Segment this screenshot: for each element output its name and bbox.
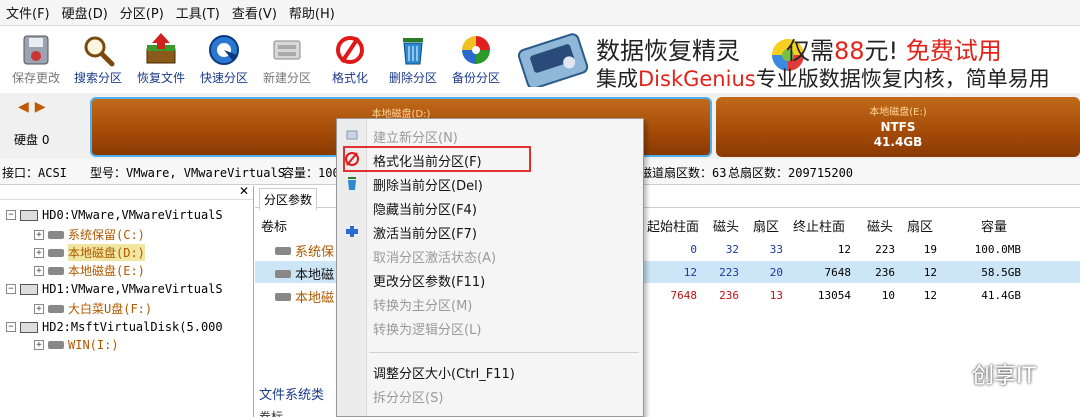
menu-item-deactivate-partition[interactable]: 取消分区激活状态(A) [337,243,643,267]
expand-icon[interactable]: + [34,265,44,276]
partition-icon [48,341,64,349]
tree-node-hd2[interactable]: − HD2:MsftVirtualDisk(5.000 [6,320,223,334]
wechat-watermark: 创享IT [914,352,1054,392]
disk-tree-pane: ✕ − HD0:VMware,VMwareVirtualS + 系统保留(C:) +… [0,184,254,417]
wechat-icon [917,358,958,386]
search-partition-button[interactable]: 搜索分区 [66,31,130,89]
new-partition-icon [344,127,360,143]
quick-partition-icon [207,33,241,67]
recover-files-icon [144,33,178,67]
disk-label: 硬盘 0 [14,133,50,147]
expand-icon[interactable]: + [34,340,44,350]
disk-icon [20,283,38,295]
total-sectors: 总扇区数：209715200 [728,166,854,180]
backup-partition-button[interactable]: 备份分区 [444,31,508,89]
tree-pane-header: ✕ [0,184,253,200]
partition-icon [48,248,64,257]
disk-nav-arrows[interactable]: ◀▶ [18,99,52,115]
menu-partition[interactable]: 分区(P) [118,3,174,22]
save-changes-icon [19,33,53,67]
menu-disk[interactable]: 硬盘(D) [60,3,118,22]
partition-block-e[interactable]: 本地磁盘(E:) NTFS 41.4GB [716,97,1080,157]
delete-icon [344,175,360,191]
delete-partition-button[interactable]: 删除分区 [381,31,445,89]
partition-icon [48,230,64,239]
format-button[interactable]: 格式化 [318,31,382,89]
quick-partition-button[interactable]: 快速分区 [192,31,256,89]
volume-label-caption: 卷标 [259,410,284,417]
new-partition-icon [270,33,304,67]
tree-node-i[interactable]: + WIN(I:) [34,338,119,352]
new-partition-button[interactable]: 新建分区 [255,31,319,89]
col-sector-2: 扇区 [907,220,934,235]
disk-interface: 接口：ACSI [2,166,67,180]
menu-item-resize-partition[interactable]: 调整分区大小(Ctrl_F11) [337,359,643,383]
tree-node-hd0[interactable]: − HD0:VMware,VMwareVirtualS [6,208,223,222]
promo-banner[interactable]: 数据恢复精灵 仅需88元! 免费试用 集成DiskGenius专业版数据恢复内核，… [508,27,1080,93]
expand-icon[interactable]: + [34,229,44,240]
filesystem-type-label: 文件系统类 [259,388,325,403]
tree-node-e[interactable]: + 本地磁盘(E:) [34,262,145,279]
partition-context-menu: 建立新分区(N) 格式化当前分区(F) 删除当前分区(Del) 隐藏当前分区(F… [336,118,644,417]
menu-bar: 文件(F) 硬盘(D) 分区(P) 工具(T) 查看(V) 帮助(H) [0,0,1080,26]
menu-item-hide-partition[interactable]: 隐藏当前分区(F4) [337,195,643,219]
menu-item-change-params[interactable]: 更改分区参数(F11) [337,267,643,291]
expand-icon[interactable]: + [34,303,44,314]
col-volume: 卷标 [261,220,288,235]
expand-icon[interactable]: + [34,247,44,258]
col-head-2: 磁头 [867,220,894,235]
search-partition-icon [81,33,115,67]
backup-partition-icon [459,33,493,67]
banner-line-2: 集成DiskGenius专业版数据恢复内核，简单易用 [596,67,1050,91]
col-capacity: 容量 [981,220,1008,235]
menu-item-activate-partition[interactable]: 激活当前分区(F7) [337,219,643,243]
tree-node-f[interactable]: + 大白菜U盘(F:) [34,300,152,317]
menu-item-delete-partition[interactable]: 删除当前分区(Del) [337,171,643,195]
menu-item-format-partition[interactable]: 格式化当前分区(F) [337,146,643,172]
menu-file[interactable]: 文件(F) [4,3,60,22]
tree-node-d[interactable]: + 本地磁盘(D:) [34,244,145,261]
save-changes-button[interactable]: 保存更改 [4,31,68,89]
disk-model: 型号：VMware, VMwareVirtualS [90,166,285,180]
tree-node-c[interactable]: + 系统保留(C:) [34,226,145,243]
col-start-cylinder: 起始柱面 [647,220,700,235]
menu-tools[interactable]: 工具(T) [174,3,230,22]
collapse-icon[interactable]: − [6,210,16,220]
partition-icon [275,269,291,278]
collapse-icon[interactable]: − [6,322,16,332]
format-icon [344,151,360,167]
activate-icon [344,223,360,239]
disk-icon [20,209,38,221]
disk-icon [20,321,38,333]
tab-partition-params[interactable]: 分区参数 [259,188,318,210]
partition-icon [48,304,64,313]
col-head-1: 磁头 [713,220,740,235]
menu-view[interactable]: 查看(V) [230,3,287,22]
sectors-per-track: 磁道扇区数：63 [640,166,727,180]
close-icon[interactable]: ✕ [239,184,249,198]
delete-partition-icon [396,33,430,67]
disk-capacity: 容量：100 [282,166,340,180]
recover-files-button[interactable]: 恢复文件 [129,31,193,89]
menu-item-convert-logical[interactable]: 转换为逻辑分区(L) [337,315,643,339]
col-end-cylinder: 终止柱面 [793,220,846,235]
partition-icon [48,266,64,275]
col-sector-1: 扇区 [753,220,780,235]
menu-item-new-partition[interactable]: 建立新分区(N) [337,123,643,147]
partition-icon [275,292,291,301]
menu-item-convert-primary[interactable]: 转换为主分区(M) [337,291,643,315]
collapse-icon[interactable]: − [6,284,16,294]
menu-help[interactable]: 帮助(H) [287,3,345,22]
format-icon [333,33,367,67]
hard-disk-logo-icon [517,31,590,90]
menu-separator [369,352,639,353]
partition-icon [275,246,291,255]
menu-item-split-partition[interactable]: 拆分分区(S) [337,383,643,407]
banner-line-1: 数据恢复精灵 仅需88元! 免费试用 [596,37,1002,65]
tree-node-hd1[interactable]: − HD1:VMware,VMwareVirtualS [6,282,223,296]
